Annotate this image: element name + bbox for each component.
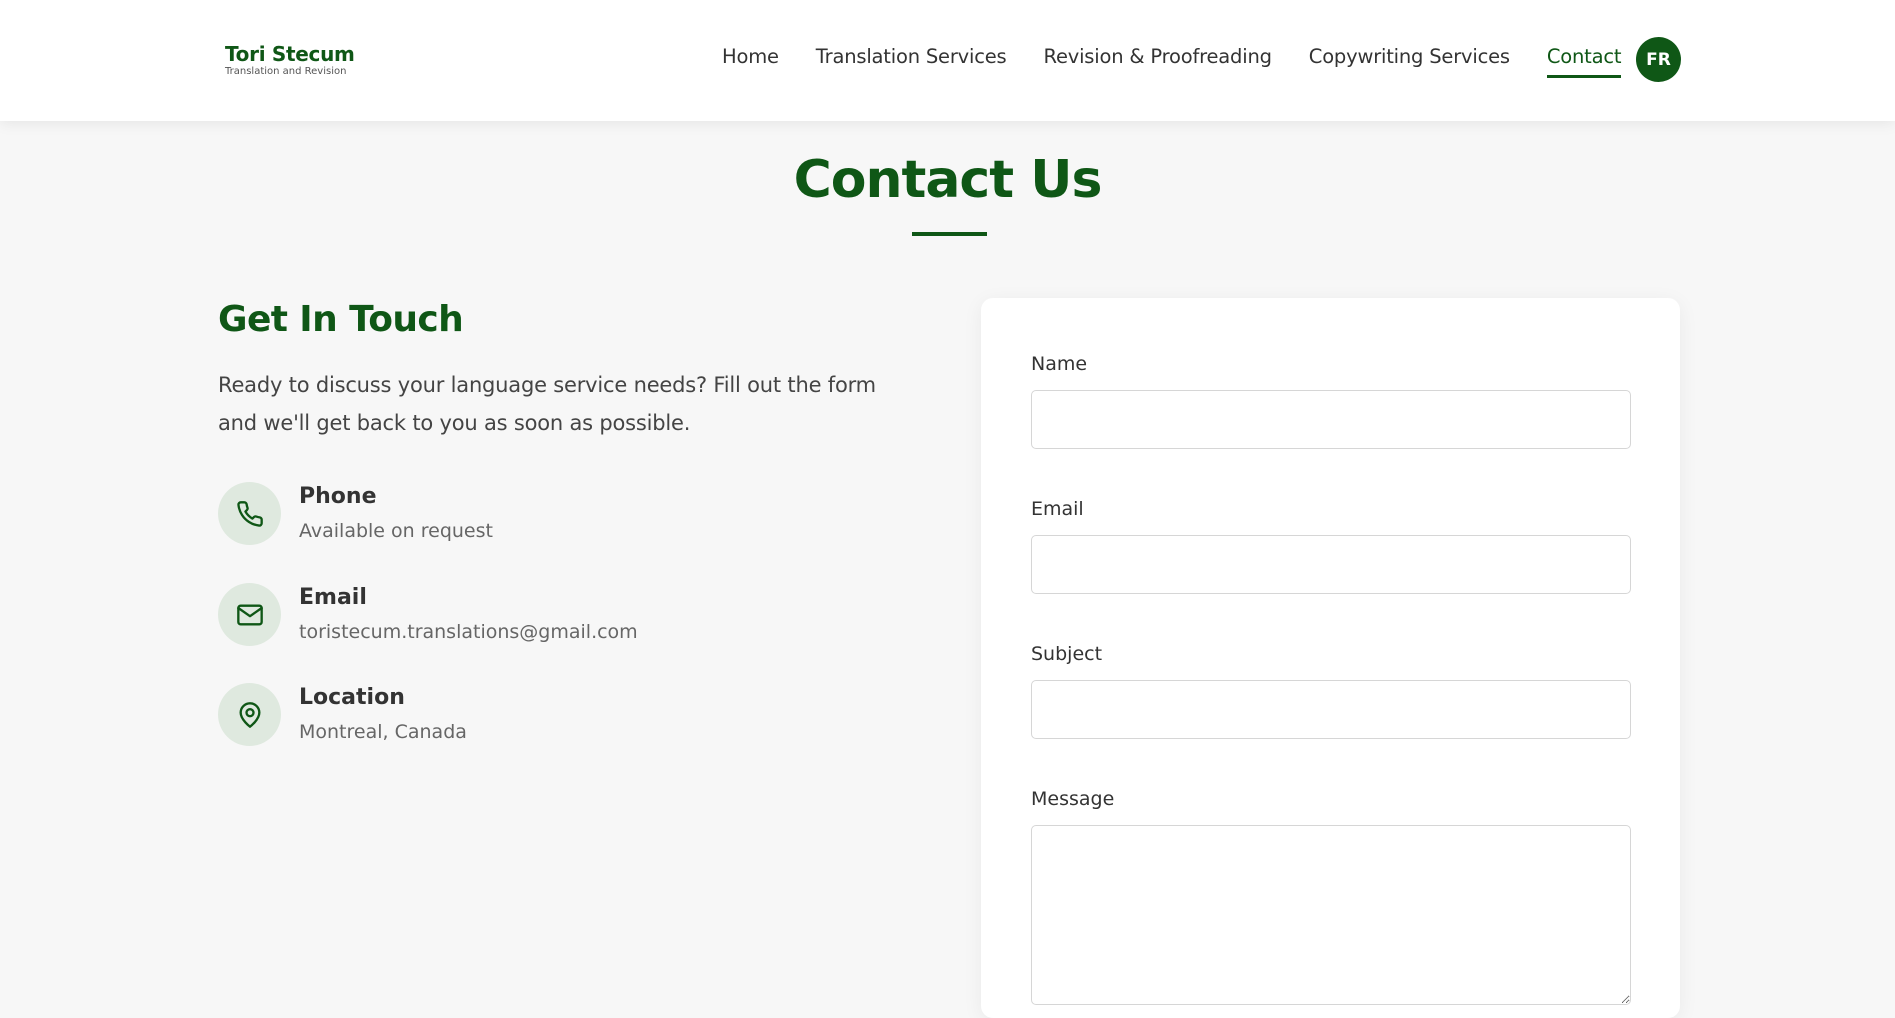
site-header: Tori Stecum Translation and Revision Hom…: [0, 0, 1895, 121]
contact-value: Montreal, Canada: [299, 721, 467, 743]
main-nav: Home Translation Services Revision & Pro…: [722, 44, 1658, 78]
intro-text: Ready to discuss your language service n…: [218, 373, 876, 435]
nav-item-translation-services[interactable]: Translation Services: [816, 44, 1007, 70]
subject-input[interactable]: [1031, 680, 1631, 739]
language-toggle-button[interactable]: FR: [1636, 37, 1681, 82]
contact-label: Location: [299, 685, 405, 710]
mail-icon: [218, 583, 281, 646]
contact-text: Email toristecum.translations@gmail.com: [299, 583, 638, 646]
nav-item-home[interactable]: Home: [722, 44, 779, 70]
title-underline-divider: [912, 232, 987, 236]
email-label: Email: [1031, 498, 1084, 520]
page-title: Contact Us: [793, 150, 1103, 210]
name-label: Name: [1031, 353, 1088, 375]
location-pin-icon: [218, 683, 281, 746]
phone-icon: [218, 482, 281, 545]
subject-label: Subject: [1031, 643, 1103, 665]
contact-value: Available on request: [299, 520, 493, 542]
contact-item-phone: Phone Available on request: [218, 482, 493, 545]
message-label: Message: [1031, 788, 1115, 810]
section-heading: Get In Touch: [218, 299, 464, 340]
site-logo[interactable]: Tori Stecum Translation and Revision: [225, 42, 355, 78]
contact-form: Name Email Subject Message: [981, 298, 1680, 1018]
nav-item-copywriting-services[interactable]: Copywriting Services: [1309, 44, 1510, 70]
get-in-touch-section: Get In Touch Ready to discuss your langu…: [218, 298, 898, 746]
contact-label: Phone: [299, 484, 377, 509]
contact-value[interactable]: toristecum.translations@gmail.com: [299, 619, 638, 645]
contact-label: Email: [299, 585, 367, 610]
contact-item-email: Email toristecum.translations@gmail.com: [218, 583, 638, 646]
logo-subtitle: Translation and Revision: [225, 66, 347, 77]
nav-item-contact[interactable]: Contact: [1546, 44, 1622, 78]
contact-text: Location Montreal, Canada: [299, 683, 467, 746]
message-textarea[interactable]: [1031, 825, 1631, 1005]
logo-title: Tori Stecum: [225, 42, 355, 66]
nav-item-revision-proofreading[interactable]: Revision & Proofreading: [1043, 44, 1271, 70]
email-input[interactable]: [1031, 535, 1631, 594]
contact-item-location: Location Montreal, Canada: [218, 683, 467, 746]
contact-text: Phone Available on request: [299, 482, 493, 545]
name-input[interactable]: [1031, 390, 1631, 449]
